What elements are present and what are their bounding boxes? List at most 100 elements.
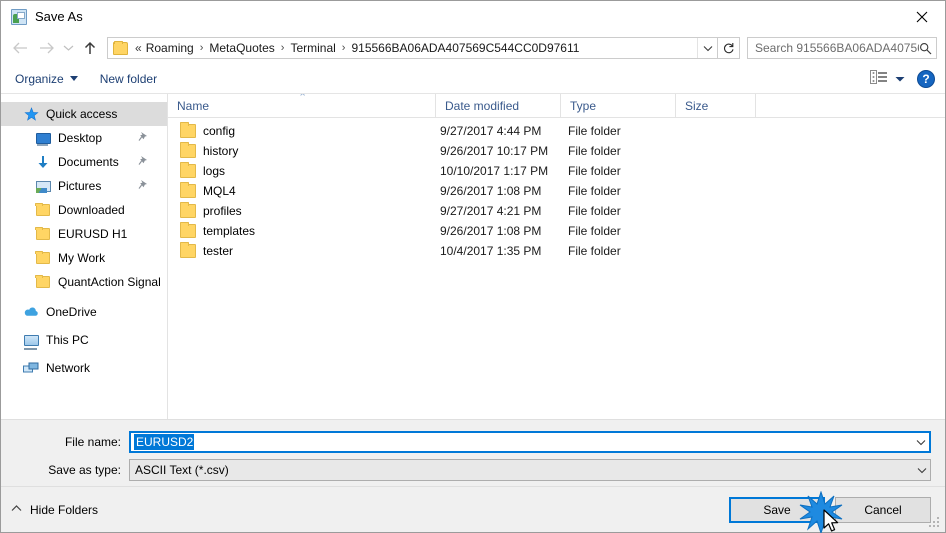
column-header-type[interactable]: Type [561, 93, 676, 118]
cancel-button[interactable]: Cancel [835, 496, 931, 523]
action-buttons: Save Cancel [729, 490, 931, 533]
pin-icon[interactable] [138, 179, 149, 193]
sort-ascending-icon: ⌃ [298, 93, 308, 104]
save-as-type-value: ASCII Text (*.csv) [135, 463, 229, 477]
table-row[interactable]: profiles 9/27/2017 4:21 PM File folder [168, 201, 945, 221]
close-icon[interactable] [899, 1, 945, 32]
save-button[interactable]: Save [729, 496, 825, 523]
file-date: 10/4/2017 1:35 PM [440, 244, 542, 258]
up-arrow-icon[interactable] [77, 36, 103, 60]
column-header-name[interactable]: Name ⌃ [168, 93, 436, 118]
table-row[interactable]: templates 9/26/2017 1:08 PM File folder [168, 221, 945, 241]
file-name: config [203, 124, 236, 138]
file-name-row: File name: EURUSD2 [1, 430, 945, 454]
table-row[interactable]: MQL4 9/26/2017 1:08 PM File folder [168, 181, 945, 201]
sidebar-item-quick-access[interactable]: Quick access [1, 102, 167, 126]
sidebar-item-pictures[interactable]: Pictures [1, 174, 167, 198]
column-header-date-modified[interactable]: Date modified [436, 93, 561, 118]
file-name-input[interactable]: EURUSD2 [129, 431, 931, 453]
address-bar[interactable]: « Roaming › MetaQuotes › Terminal › 9155… [107, 37, 718, 59]
this-pc-icon [23, 332, 39, 348]
hide-folders-label: Hide Folders [30, 502, 99, 517]
breadcrumb-item-metaquotes[interactable]: MetaQuotes [205, 41, 278, 55]
file-name: logs [203, 164, 226, 178]
refresh-icon[interactable] [718, 37, 740, 59]
title-bar: Save As [1, 1, 945, 32]
breadcrumb-separator: › [341, 42, 346, 54]
chevron-down-icon[interactable] [913, 460, 930, 480]
search-input[interactable]: Search 915566BA06ADA40756... [747, 37, 937, 59]
cancel-button-label: Cancel [864, 502, 902, 517]
star-icon [23, 106, 39, 122]
breadcrumb-item-terminal[interactable]: Terminal [286, 41, 339, 55]
chevron-down-icon [69, 76, 78, 81]
sidebar-item-downloaded[interactable]: Downloaded [1, 198, 167, 222]
new-folder-button[interactable]: New folder [100, 72, 157, 86]
file-type: File folder [568, 244, 621, 258]
column-header-size[interactable]: Size [676, 93, 756, 118]
folder-icon [35, 250, 51, 266]
file-name-label: File name: [64, 435, 121, 449]
command-bar: Organize New folder ? [1, 64, 945, 94]
column-header-label: Type [570, 98, 597, 113]
save-as-app-icon [11, 8, 27, 25]
column-header-label: Size [685, 98, 709, 113]
column-header-label: Date modified [445, 98, 520, 113]
address-bar-row: « Roaming › MetaQuotes › Terminal › 9155… [1, 32, 945, 64]
folder-icon [180, 162, 196, 178]
file-name: templates [203, 224, 256, 238]
save-as-type-select[interactable]: ASCII Text (*.csv) [129, 459, 931, 481]
breadcrumb-separator: › [280, 42, 285, 54]
sidebar-item-network[interactable]: Network [1, 356, 167, 380]
sidebar-item-desktop[interactable]: Desktop [1, 126, 167, 150]
breadcrumb-item-instance[interactable]: 915566BA06ADA407569C544CC0D97611 [347, 41, 583, 55]
forward-arrow-icon[interactable] [33, 36, 59, 60]
sidebar-item-this-pc[interactable]: This PC [1, 328, 167, 352]
search-placeholder: Search 915566BA06ADA40756... [755, 41, 919, 55]
organize-button[interactable]: Organize [15, 72, 78, 86]
view-layout-icon [870, 70, 888, 87]
command-bar-right: ? [870, 69, 935, 88]
help-icon[interactable]: ? [917, 69, 935, 88]
sidebar-item-label: Network [46, 361, 91, 375]
organize-label: Organize [15, 71, 64, 86]
sidebar-item-label: This PC [46, 333, 89, 347]
sidebar-item-label: Quick access [46, 107, 118, 121]
pin-icon[interactable] [138, 131, 149, 145]
help-label: ? [922, 71, 930, 86]
folder-icon [35, 226, 51, 242]
dialog-body: Quick access Desktop Documents Pictures … [1, 93, 945, 419]
table-row[interactable]: history 9/26/2017 10:17 PM File folder [168, 141, 945, 161]
sidebar-item-label: QuantAction Signal [58, 275, 161, 289]
sidebar-item-label: Downloaded [58, 203, 125, 217]
dialog-button-bar: Hide Folders Save Cancel [1, 486, 945, 533]
network-icon [23, 360, 39, 376]
save-as-type-label: Save as type: [48, 463, 121, 477]
chevron-down-icon[interactable] [697, 38, 717, 58]
sidebar-item-my-work[interactable]: My Work [1, 246, 167, 270]
table-row[interactable]: tester 10/4/2017 1:35 PM File folder [168, 241, 945, 261]
documents-download-icon [35, 154, 51, 170]
sidebar-item-eurusd-h1[interactable]: EURUSD H1 [1, 222, 167, 246]
save-as-type-row: Save as type: ASCII Text (*.csv) [1, 458, 945, 482]
resize-grip-icon[interactable] [929, 517, 941, 529]
sidebar-item-quantaction-signal[interactable]: QuantAction Signal [1, 270, 167, 294]
breadcrumb-item-roaming[interactable]: Roaming [142, 41, 198, 55]
table-row[interactable]: logs 10/10/2017 1:17 PM File folder [168, 161, 945, 181]
recent-locations-chevron-icon[interactable] [59, 36, 77, 60]
chevron-down-icon[interactable] [912, 433, 929, 451]
view-layout-button[interactable] [870, 70, 905, 87]
table-row[interactable]: config 9/27/2017 4:44 PM File folder [168, 121, 945, 141]
pin-icon[interactable] [138, 155, 149, 169]
back-arrow-icon[interactable] [7, 36, 33, 60]
file-rows: config 9/27/2017 4:44 PM File folder his… [168, 118, 945, 419]
sidebar-item-label: Pictures [58, 179, 102, 193]
sidebar-item-onedrive[interactable]: OneDrive [1, 300, 167, 324]
file-list: Name ⌃ Date modified Type Size config 9/… [168, 93, 945, 419]
breadcrumb-overflow[interactable]: « [132, 41, 142, 55]
file-type: File folder [568, 204, 621, 218]
sidebar-item-label: OneDrive [46, 305, 97, 319]
hide-folders-button[interactable]: Hide Folders [11, 503, 98, 517]
sidebar-item-documents[interactable]: Documents [1, 150, 167, 174]
file-name: tester [203, 244, 234, 258]
